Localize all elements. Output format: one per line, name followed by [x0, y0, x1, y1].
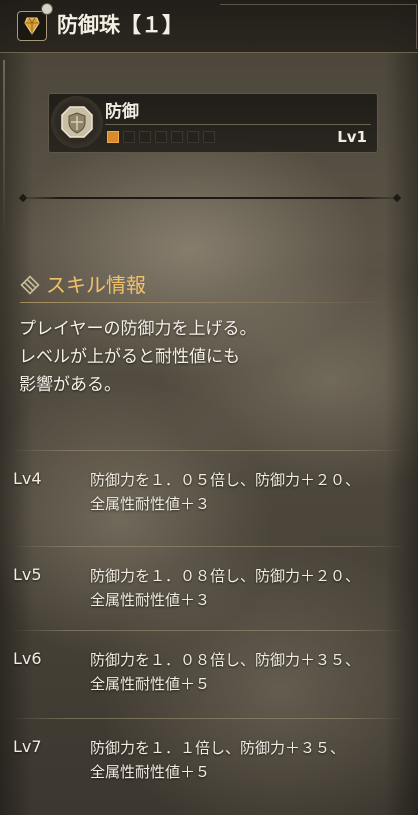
row-divider — [10, 718, 406, 719]
effect-line: 防御力を１．０８倍し、防御力＋３５、 — [90, 651, 361, 669]
level-label: Lv4 — [13, 469, 42, 488]
header-bar: 防御珠【１】 — [0, 0, 418, 53]
level-effect-text: 防御力を１．０８倍し、防御力＋２０、 全属性耐性値＋３ — [90, 564, 410, 612]
page-title: 防御珠【１】 — [57, 13, 183, 37]
row-divider — [10, 546, 406, 547]
level-effect-text: 防御力を１．０８倍し、防御力＋３５、 全属性耐性値＋５ — [90, 648, 410, 696]
description-line: プレイヤーの防御力を上げる。 — [19, 319, 257, 339]
description-line: レベルが上がると耐性値にも — [19, 347, 240, 367]
skill-info-header: スキル情報 — [20, 270, 146, 300]
effect-line: 防御力を１．０８倍し、防御力＋２０、 — [90, 567, 361, 585]
level-label: Lv6 — [13, 649, 42, 668]
decoration-skill-card[interactable]: 防御 Lv1 — [48, 93, 378, 153]
row-divider — [10, 450, 406, 451]
level-pip-empty — [203, 131, 215, 143]
decoration-jewel-icon — [17, 11, 47, 41]
level-pip-empty — [139, 131, 151, 143]
header-frame-ornament — [220, 4, 417, 49]
skill-level-gauge — [107, 131, 215, 143]
slot-level-badge-icon — [41, 3, 53, 15]
description-line: 影響がある。 — [19, 375, 121, 395]
level-pip-empty — [171, 131, 183, 143]
effect-line: 全属性耐性値＋５ — [90, 763, 211, 781]
effect-line: 全属性耐性値＋３ — [90, 495, 211, 513]
level-effect-row: Lv6 防御力を１．０８倍し、防御力＋３５、 全属性耐性値＋５ — [0, 630, 418, 714]
defense-shield-icon — [51, 96, 103, 148]
effect-line: 防御力を１．０５倍し、防御力＋２０、 — [90, 471, 361, 489]
skill-name: 防御 — [105, 102, 139, 122]
section-divider — [22, 197, 398, 199]
card-divider — [105, 124, 371, 125]
level-effect-text: 防御力を１．１倍し、防御力＋３５、 全属性耐性値＋５ — [90, 736, 410, 784]
skill-info-underline — [20, 302, 400, 303]
effect-line: 全属性耐性値＋５ — [90, 675, 211, 693]
level-effect-row: Lv5 防御力を１．０８倍し、防御力＋２０、 全属性耐性値＋３ — [0, 546, 418, 630]
level-pip-empty — [123, 131, 135, 143]
level-effect-text: 防御力を１．０５倍し、防御力＋２０、 全属性耐性値＋３ — [90, 468, 410, 516]
level-pip-empty — [155, 131, 167, 143]
skill-level-text: Lv1 — [337, 128, 367, 146]
level-pip-filled — [107, 131, 119, 143]
decoration-detail-panel: 防御珠【１】 防御 Lv1 スキル情報 プレイヤーの防御力を上げる。 レベルが上 — [0, 0, 418, 815]
effect-line: 防御力を１．１倍し、防御力＋３５、 — [90, 739, 346, 757]
skill-info-icon — [20, 275, 40, 295]
level-label: Lv7 — [13, 737, 42, 756]
skill-description: プレイヤーの防御力を上げる。 レベルが上がると耐性値にも 影響がある。 — [19, 315, 399, 399]
level-effect-row: Lv4 防御力を１．０５倍し、防御力＋２０、 全属性耐性値＋３ — [0, 450, 418, 534]
level-effect-row: Lv7 防御力を１．１倍し、防御力＋３５、 全属性耐性値＋５ — [0, 718, 418, 802]
skill-info-title: スキル情報 — [46, 273, 146, 297]
level-label: Lv5 — [13, 565, 42, 584]
frame-rail — [3, 60, 5, 240]
row-divider — [10, 630, 406, 631]
level-pip-empty — [187, 131, 199, 143]
effect-line: 全属性耐性値＋３ — [90, 591, 211, 609]
